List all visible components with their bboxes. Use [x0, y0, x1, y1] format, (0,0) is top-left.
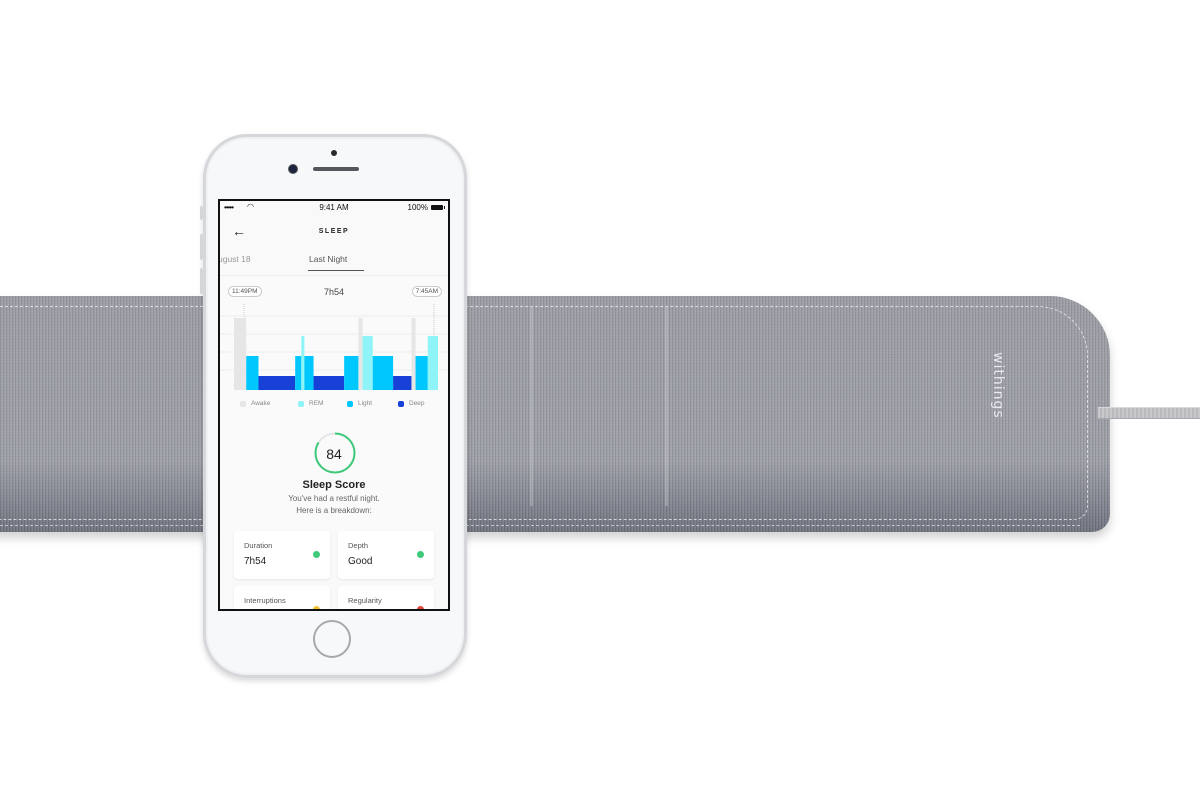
battery-percent: 100% [407, 203, 428, 212]
legend-item-deep: Deep [398, 400, 425, 407]
legend-label: Deep [409, 400, 425, 407]
sleep-segment-light [304, 356, 314, 390]
card-value: 7h54 [244, 556, 267, 567]
score-description-line: You've had a restful night. [288, 494, 380, 503]
score-value: 84 [326, 446, 342, 462]
mat-bottom-stitching [0, 525, 1080, 526]
card-label: Interruptions [244, 596, 286, 605]
sleep-segment-light [246, 356, 259, 390]
sleep-segment-deep [393, 376, 412, 390]
sleep-segment-light [372, 356, 394, 390]
status-dot [313, 551, 320, 558]
legend-swatch [347, 400, 353, 407]
sleep-segment-rem [301, 336, 305, 390]
battery-icon [431, 205, 445, 210]
mat-stitching [0, 306, 1088, 520]
sleep-duration: 7h54 [323, 287, 345, 297]
score-title: Sleep Score [302, 479, 366, 491]
nav-bar: ← SLEEP [220, 217, 448, 245]
legend-swatch [240, 400, 246, 407]
legend-swatch [298, 400, 304, 407]
legend-item-light: Light [347, 400, 372, 407]
breakdown-card-depth[interactable]: Depth Good [338, 531, 434, 579]
status-dot [313, 606, 320, 609]
legend-label: REM [309, 400, 324, 407]
breakdown-card-interruptions[interactable]: Interruptions [234, 586, 330, 609]
breakdown-card-duration[interactable]: Duration 7h54 [234, 531, 330, 579]
sleep-segment-deep [313, 376, 345, 390]
tab-last-night[interactable]: Last Night [309, 254, 347, 264]
sleep-segment-light [295, 356, 302, 390]
status-dot [417, 551, 424, 558]
mute-switch [200, 206, 203, 220]
score-description-line: Here is a breakdown: [296, 506, 372, 515]
front-camera [289, 165, 297, 173]
tab-previous-date[interactable]: ugust 18 [220, 254, 251, 264]
legend-label: Light [358, 400, 373, 407]
page-title: SLEEP [318, 228, 350, 235]
card-label: Duration [244, 541, 273, 550]
sleep-segment-deep [258, 376, 296, 390]
card-label: Regularity [348, 596, 382, 605]
status-bar: ••••• ◠ 9:41 AM 100% [220, 202, 448, 215]
mat-seam [530, 306, 533, 506]
card-label: Depth [348, 541, 369, 550]
legend-item-awake: Awake [240, 400, 270, 407]
legend-item-rem: REM [298, 400, 323, 407]
phone-screen: ••••• ◠ 9:41 AM 100% ← SLEEP ugust 18 La… [218, 199, 450, 611]
sleep-chart-card: 11:49PM 7:45AM 7h54 Awake REM Light Deep [220, 275, 448, 422]
sleep-segment-light [415, 356, 428, 390]
legend-swatch [398, 400, 404, 407]
active-tab-indicator [308, 270, 364, 271]
sleep-segment-awake [411, 318, 416, 390]
date-tabs: ugust 18 Last Night [220, 245, 448, 275]
sleep-segment-awake [234, 318, 247, 390]
sleep-mat [0, 296, 1110, 532]
sleep-segment-light [344, 356, 359, 390]
card-value: Good [348, 556, 373, 567]
proximity-sensor [331, 150, 337, 156]
volume-down-button [200, 268, 203, 294]
earpiece-speaker [313, 167, 359, 171]
sleep-segment-rem [362, 336, 373, 390]
mat-brand-logo: withings [990, 352, 1006, 419]
sleep-score-section: 84 Sleep Score You've had a restful nigh… [220, 421, 448, 531]
volume-up-button [200, 234, 203, 260]
breakdown-card-regularity[interactable]: Regularity [338, 586, 434, 609]
smartphone: ••••• ◠ 9:41 AM 100% ← SLEEP ugust 18 La… [200, 134, 467, 678]
mat-cable [1098, 407, 1200, 419]
score-description: You've had a restful night. Here is a br… [220, 493, 448, 517]
sleep-stages-chart [220, 304, 448, 390]
home-button[interactable] [313, 620, 351, 658]
sleep-segment-awake [358, 318, 363, 390]
chart-legend: Awake REM Light Deep [220, 400, 448, 412]
mat-seam [665, 306, 668, 506]
sleep-segment-rem [427, 336, 438, 390]
legend-label: Awake [251, 400, 271, 407]
status-dot [417, 606, 424, 609]
